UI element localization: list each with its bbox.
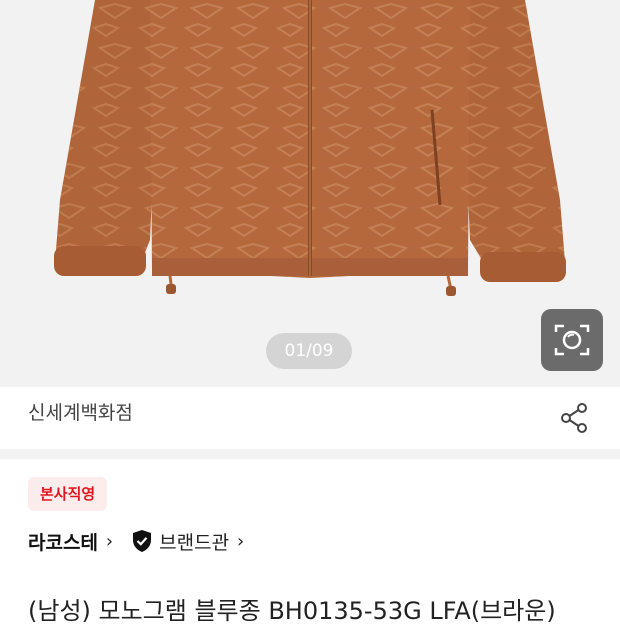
product-image[interactable] xyxy=(0,0,620,387)
share-button[interactable] xyxy=(557,400,593,436)
store-name[interactable]: 신세계백화점 xyxy=(28,387,133,439)
camera-lens-icon xyxy=(554,324,590,356)
image-counter: 01/09 xyxy=(266,333,352,369)
brand-row: 라코스테 › 브랜드관 › xyxy=(28,524,244,558)
brand-link[interactable]: 라코스테 xyxy=(28,528,98,555)
camera-lens-button[interactable] xyxy=(541,309,603,371)
share-icon xyxy=(561,403,587,433)
verified-shield-icon xyxy=(133,530,152,552)
chevron-right-icon: › xyxy=(105,530,114,552)
store-bar: 신세계백화점 xyxy=(0,387,620,449)
product-title: (남성) 모노그램 블루종 BH0135-53G LFA(브라운) xyxy=(28,597,556,625)
official-store-badge: 본사직영 xyxy=(28,477,108,511)
section-divider xyxy=(0,449,620,459)
brand-shop-label: 브랜드관 xyxy=(159,531,230,554)
brand-shop-link[interactable]: 브랜드관 › xyxy=(131,528,244,555)
product-image-gallery[interactable]: 01/09 xyxy=(0,0,620,387)
chevron-right-icon: › xyxy=(237,530,245,552)
